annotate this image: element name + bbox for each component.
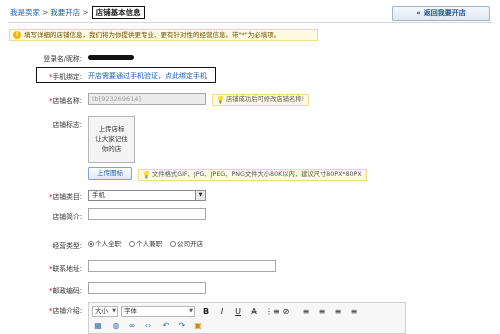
underline-button[interactable]: U [233,306,243,317]
breadcrumb-link-open-store[interactable]: 我要开店 [50,8,80,17]
store-intro-label: *店铺介绍: [49,307,82,315]
radio-button[interactable] [170,241,177,247]
chevron-down-icon: ▼ [112,308,116,314]
category-select[interactable]: 手机 ▼ [88,190,206,201]
store-logo-label: 店铺标志: [52,121,82,129]
breadcrumb-link-seller[interactable]: 我是卖家 [10,8,40,17]
radio-company[interactable]: 公司开店 [170,240,203,248]
breadcrumb-current: 店铺基本信息 [91,6,145,19]
address-input[interactable] [88,260,276,272]
radio-button[interactable] [88,241,94,247]
bind-phone-link[interactable]: 开店需要通过手机验证，点此绑定手机 [88,71,207,81]
phone-bind-label: *手机绑定: [49,73,82,81]
address-label: *联系地址: [49,265,82,273]
zip-input[interactable] [88,282,206,294]
paste-icon[interactable]: ▣ [193,320,203,331]
globe-icon[interactable]: ◍ [111,320,121,331]
chevron-down-icon: ▼ [195,191,205,200]
italic-button[interactable]: I [217,306,227,317]
chevron-down-icon: ▼ [189,308,193,314]
required-fields-notice: ! 填写详细的店铺信息，我们将为你提供更专业、更有针对性的经营信息。带"*"为必… [9,29,318,41]
intro-label: 店铺简介: [52,213,82,221]
undo-icon[interactable]: ↶ [161,320,171,331]
image-icon[interactable]: ▦ [93,320,103,331]
list-button[interactable]: ⋮≡ [265,306,280,317]
breadcrumb-divider [8,22,492,23]
font-family-select[interactable]: 字体 ▼ [121,306,195,317]
logo-placeholder[interactable]: 上传店标 让大家记住 你的店 [88,116,135,163]
link-icon[interactable]: ∞ [127,320,137,331]
category-label: *店铺类目: [49,193,82,201]
store-name-tip: 💡 店铺成功后可修改店铺名称! [212,94,310,106]
strikethrough-button[interactable]: A̶ [249,306,259,317]
login-name-label: 登录名/昵称: [43,55,82,63]
store-name-label: *店铺名称: [49,97,82,105]
breadcrumb-separator: > [82,8,89,17]
color-button[interactable]: ⊘ [281,306,291,317]
align-right-button[interactable]: ≡ [333,306,343,317]
code-icon[interactable]: ‹› [143,320,153,331]
breadcrumb-separator: > [42,8,49,17]
bold-button[interactable]: B [201,306,211,317]
business-type-label: 经营类型: [52,242,82,250]
lightbulb-icon: 💡 [216,96,225,104]
font-size-select[interactable]: 大小 ▼ [92,306,118,317]
align-justify-button[interactable]: ≡ [349,306,359,317]
back-to-open-store-button[interactable]: «返回我要开店 [392,6,490,21]
logo-format-tip: 💡 文件格式GIF、JPG、JPEG、PNG文件大小80K以内，建议尺寸80PX*… [138,169,367,181]
breadcrumb: 我是卖家 > 我要开店 > 店铺基本信息 [10,6,145,20]
info-icon: ! [13,31,21,39]
align-left-button[interactable]: ≡ [301,306,311,317]
back-button-label: 返回我要开店 [423,9,466,17]
radio-button[interactable] [129,241,136,247]
login-name-redacted [88,55,134,60]
editor-toolbar: 大小 ▼ 字体 ▼ B I U A̶ ⋮≡ ⊘ ≡ ≡ ≡ ≡ ▦ ◍ ∞ ‹› ↶… [88,302,406,334]
redo-icon[interactable]: ↷ [177,320,187,331]
upload-logo-button[interactable]: 上传图标 [88,167,132,180]
radio-parttime[interactable]: 个人兼职 [129,240,162,248]
zip-label: *邮政编码: [49,287,82,295]
double-chevron-left-icon: « [416,9,421,17]
store-name-input[interactable]: tb[923269614] [88,93,206,105]
align-center-button[interactable]: ≡ [317,306,327,317]
business-type-options: 个人全职 个人兼职 公司开店 [88,238,209,248]
radio-fulltime[interactable]: 个人全职 [88,240,121,248]
lightbulb-icon: 💡 [142,171,151,179]
intro-input[interactable] [88,208,206,220]
notice-text: 填写详细的店铺信息，我们将为你提供更专业、更有针对性的经营信息。带"*"为必填项… [24,31,281,39]
